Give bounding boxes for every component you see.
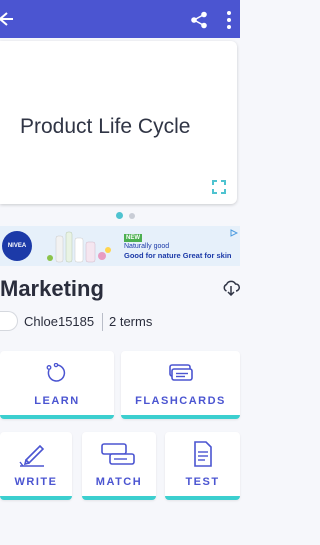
ad-choices-icon[interactable] [230, 229, 238, 237]
ad-headline: Naturally good [124, 243, 170, 250]
ad-tagline: Good for nature Great for skin [124, 251, 232, 260]
product-image [47, 231, 111, 263]
more-vert-icon[interactable] [226, 10, 232, 30]
write-button[interactable]: WRITE [0, 432, 72, 500]
set-title: Marketing [0, 276, 104, 301]
pen-write-icon [19, 444, 45, 467]
fullscreen-icon[interactable] [212, 180, 226, 194]
learn-button[interactable]: LEARN [0, 351, 114, 419]
flashcard[interactable]: Product Life Cycle [0, 41, 237, 204]
flashcard-carousel[interactable]: Product Life Cycle [0, 38, 240, 206]
test-label: TEST [185, 476, 220, 488]
flashcard-term: Product Life Cycle [20, 115, 191, 138]
ad-banner[interactable]: NIVEA NEW Naturally good Good for nature… [0, 226, 240, 266]
match-button[interactable]: MATCH [82, 432, 156, 500]
term-count: 2 terms [109, 314, 153, 329]
creator-username[interactable]: Chloe15185 [24, 314, 94, 329]
match-label: MATCH [95, 476, 143, 488]
page-dot-active [116, 212, 123, 219]
divider [102, 313, 103, 331]
carousel-pagination [0, 212, 240, 220]
learn-cycle-icon [46, 363, 66, 382]
avatar[interactable] [0, 311, 18, 331]
test-button[interactable]: TEST [165, 432, 240, 500]
page-dot [129, 213, 135, 219]
brand-logo: NIVEA [2, 231, 32, 261]
app-bar [0, 0, 240, 38]
flashcards-label: FLASHCARDS [135, 395, 226, 407]
share-icon[interactable] [190, 11, 208, 29]
flashcards-button[interactable]: FLASHCARDS [121, 351, 240, 419]
flashcards-icon [169, 364, 193, 381]
back-arrow-icon[interactable] [0, 11, 14, 27]
learn-label: LEARN [34, 395, 80, 407]
test-document-icon [194, 441, 212, 467]
write-label: WRITE [14, 476, 58, 488]
match-cards-icon [101, 443, 135, 465]
cloud-download-icon[interactable] [222, 280, 240, 296]
new-badge: NEW [124, 234, 142, 242]
